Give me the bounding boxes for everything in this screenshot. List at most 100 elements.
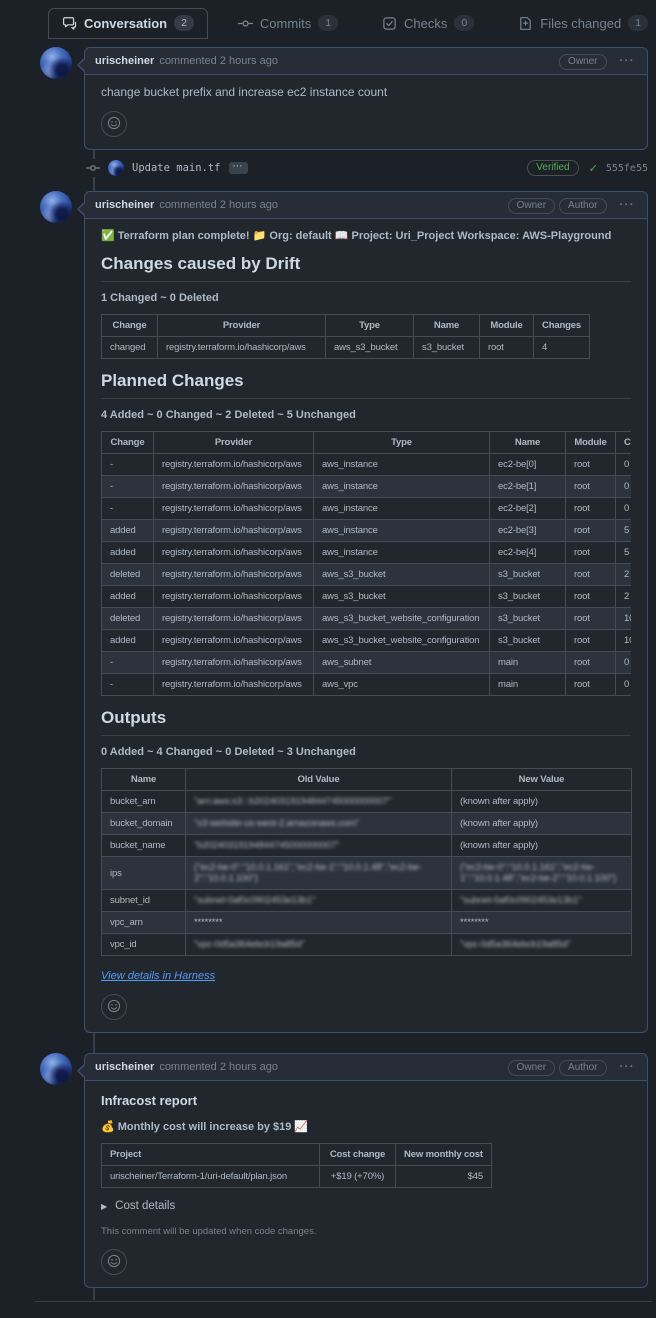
table-row: addedregistry.terraform.io/hashicorp/aws… xyxy=(102,520,632,542)
role-badge-author: Author xyxy=(559,1060,606,1076)
redacted-value: "vpc-0d5a364ebcb19a85d" xyxy=(194,939,305,950)
output-row-vpc_id: vpc_id"vpc-0d5a364ebcb19a85d""vpc-0d5a36… xyxy=(102,934,632,956)
table-cell: registry.terraform.io/hashicorp/aws xyxy=(158,337,326,359)
tab-checks[interactable]: Checks0 xyxy=(368,8,488,39)
comment-author[interactable]: urischeiner xyxy=(95,1061,154,1073)
smiley-icon xyxy=(107,999,121,1016)
outputs-summary: 0 Added ~ 4 Changed ~ 0 Deleted ~ 3 Unch… xyxy=(101,746,631,758)
table-cell: main xyxy=(490,674,566,696)
column-header: Module xyxy=(480,315,534,337)
table-cell: aws_s3_bucket xyxy=(314,564,490,586)
table-cell: bucket_arn xyxy=(102,791,186,813)
table-cell: added xyxy=(102,630,154,652)
table-cell: added xyxy=(102,542,154,564)
column-header: Module xyxy=(566,432,616,454)
outputs-table: NameOld ValueNew Valuebucket_arn"arn:aws… xyxy=(101,768,632,956)
comment-header: urischeiner commented 2 hours ago Owner … xyxy=(85,48,647,75)
role-badge-author: Author xyxy=(559,198,606,214)
table-row: -registry.terraform.io/hashicorp/awsaws_… xyxy=(102,652,632,674)
kebab-menu-icon[interactable]: ··· xyxy=(618,1061,638,1073)
tab-conversation[interactable]: Conversation2 xyxy=(48,8,208,39)
planned-changes-summary: 4 Added ~ 0 Changed ~ 2 Deleted ~ 5 Unch… xyxy=(101,409,631,421)
table-cell: $45 xyxy=(396,1166,492,1188)
table-cell: - xyxy=(102,498,154,520)
table-cell: added xyxy=(102,520,154,542)
column-header: Change xyxy=(102,432,154,454)
add-reaction-button[interactable] xyxy=(101,111,127,137)
avatar[interactable] xyxy=(40,47,72,79)
table-cell: aws_subnet xyxy=(314,652,490,674)
table-cell: 4 xyxy=(534,337,590,359)
commit-message-link[interactable]: Update main.tf xyxy=(132,162,221,174)
column-header: Changes xyxy=(616,432,632,454)
comment-author[interactable]: urischeiner xyxy=(95,199,154,211)
comment-header: urischeiner commented 2 hours ago OwnerA… xyxy=(85,192,647,219)
table-row: -registry.terraform.io/hashicorp/awsaws_… xyxy=(102,498,632,520)
redacted-value: "subnet-0af0c0902453e13b1" xyxy=(194,895,315,906)
table-cell: registry.terraform.io/hashicorp/aws xyxy=(154,542,314,564)
avatar[interactable] xyxy=(40,191,72,223)
comment-header: urischeiner commented 2 hours ago OwnerA… xyxy=(85,1054,647,1081)
output-value: (known after apply) xyxy=(460,818,538,829)
infracost-table: ProjectCost changeNew monthly costurisch… xyxy=(101,1143,492,1188)
table-cell: aws_s3_bucket xyxy=(314,586,490,608)
comment-author[interactable]: urischeiner xyxy=(95,55,154,67)
planned-table-clip: ChangeProviderTypeNameModuleChanges-regi… xyxy=(101,431,631,696)
table-cell: changed xyxy=(102,337,158,359)
table-cell: "s3-website-us-west-2.amazonaws.com" xyxy=(186,813,452,835)
tab-commits[interactable]: Commits1 xyxy=(224,8,352,39)
table-cell: added xyxy=(102,586,154,608)
table-cell: registry.terraform.io/hashicorp/aws xyxy=(154,608,314,630)
conversation-icon xyxy=(62,16,77,31)
column-header: Change xyxy=(102,315,158,337)
table-cell: ******** xyxy=(186,912,452,934)
commit-expander-icon[interactable]: ⋯ xyxy=(229,162,248,174)
avatar[interactable] xyxy=(40,1053,72,1085)
table-cell: "arn:aws:s3:::b2024031919484474500000000… xyxy=(186,791,452,813)
table-cell: root xyxy=(480,337,534,359)
redacted-value: "vpc-0d5a364ebcb19a85d" xyxy=(460,939,571,950)
planned-changes-table: ChangeProviderTypeNameModuleChanges-regi… xyxy=(101,431,631,696)
tab-counter: 0 xyxy=(454,15,474,31)
column-header: Cost change xyxy=(320,1144,396,1166)
avatar-small[interactable] xyxy=(108,160,124,176)
comment-box: urischeiner commented 2 hours ago OwnerA… xyxy=(84,191,648,1033)
cost-details-toggle[interactable]: ▶ Cost details xyxy=(101,1200,631,1212)
kebab-menu-icon[interactable]: ··· xyxy=(618,55,638,67)
table-cell: "vpc-0d5a364ebcb19a85d" xyxy=(186,934,452,956)
role-badge-owner: Owner xyxy=(508,1060,555,1076)
table-cell: ec2-be[2] xyxy=(490,498,566,520)
table-cell: s3_bucket xyxy=(490,564,566,586)
planned-changes-heading: Planned Changes xyxy=(101,371,631,399)
table-cell: +$19 (+70%) xyxy=(320,1166,396,1188)
table-row: addedregistry.terraform.io/hashicorp/aws… xyxy=(102,630,632,652)
output-row-bucket_arn: bucket_arn"arn:aws:s3:::b202403191948447… xyxy=(102,791,632,813)
table-cell: 10 xyxy=(616,608,632,630)
table-cell: {"ec2-be-0":"10.0.1.161","ec2-be-1":"10.… xyxy=(186,857,452,890)
output-row-subnet_id: subnet_id"subnet-0af0c0902453e13b1""subn… xyxy=(102,890,632,912)
table-cell: "subnet-0af0c0902453e13b1" xyxy=(186,890,452,912)
view-details-link[interactable]: View details in Harness xyxy=(101,970,215,982)
table-cell: root xyxy=(566,520,616,542)
column-header: Old Value xyxy=(186,769,452,791)
drift-table: ChangeProviderTypeNameModuleChangeschang… xyxy=(101,314,590,359)
table-cell: registry.terraform.io/hashicorp/aws xyxy=(154,520,314,542)
add-reaction-button[interactable] xyxy=(101,994,127,1020)
table-cell: main xyxy=(490,652,566,674)
table-cell: root xyxy=(566,476,616,498)
pr-conversation-page: Conversation2 Commits1 Checks0 Files change… xyxy=(0,0,656,1318)
add-reaction-button[interactable] xyxy=(101,1249,127,1275)
comment-box: urischeiner commented 2 hours ago OwnerA… xyxy=(84,1053,648,1288)
table-row: addedregistry.terraform.io/hashicorp/aws… xyxy=(102,586,632,608)
kebab-menu-icon[interactable]: ··· xyxy=(618,199,638,211)
check-icon: ✓ xyxy=(589,162,598,175)
table-row: -registry.terraform.io/hashicorp/awsaws_… xyxy=(102,476,632,498)
table-cell: (known after apply) xyxy=(452,791,632,813)
verified-badge[interactable]: Verified xyxy=(527,160,578,176)
redacted-value: {"ec2-be-0":"10.0.1.161","ec2-be-1":"10.… xyxy=(460,862,616,884)
tab-files-changed[interactable]: Files changed1 xyxy=(504,8,656,39)
output-value: ******** xyxy=(460,917,488,928)
column-header: Type xyxy=(326,315,414,337)
table-cell: registry.terraform.io/hashicorp/aws xyxy=(154,476,314,498)
commit-hash-link[interactable]: 555fe55 xyxy=(606,163,648,174)
